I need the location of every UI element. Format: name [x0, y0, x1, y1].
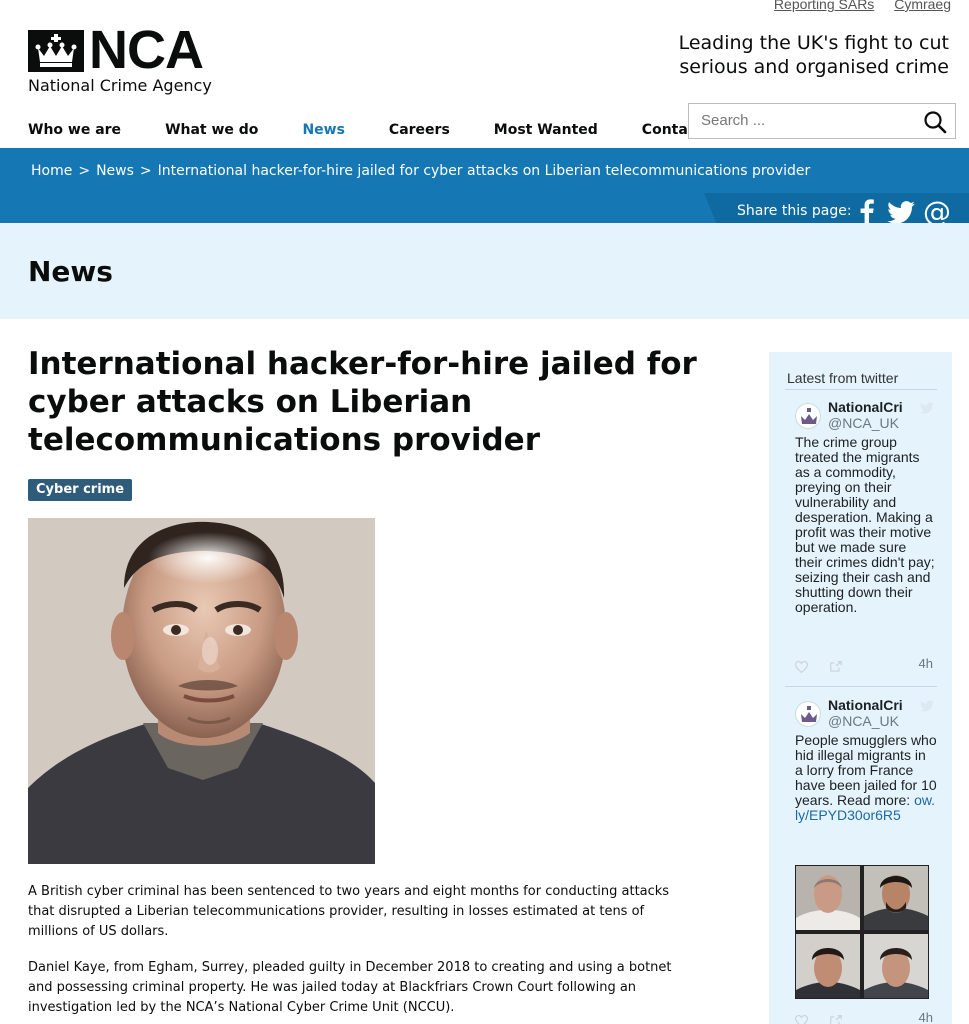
tweet-text: The crime group treated the migrants as … — [795, 434, 935, 615]
tweet[interactable]: NationalCri @NCA_UK The crime group trea… — [794, 399, 935, 679]
divider — [785, 686, 937, 687]
breadcrumb-news[interactable]: News — [96, 163, 134, 179]
tweet-author-handle[interactable]: @NCA_UK — [828, 713, 899, 729]
mugshot-image[interactable] — [864, 866, 928, 930]
breadcrumb: Home > News > International hacker-for-hire … — [31, 163, 810, 179]
cymraeg-link[interactable]: Cymraeg — [894, 0, 951, 12]
share-icon[interactable] — [829, 658, 843, 677]
article-photo — [28, 518, 375, 864]
avatar[interactable] — [795, 403, 821, 429]
twitter-bird-icon[interactable] — [920, 399, 934, 418]
mugshot-image[interactable] — [796, 866, 860, 930]
nav-what-we-do[interactable]: What we do — [165, 122, 258, 138]
nav-careers[interactable]: Careers — [389, 122, 450, 138]
tweet-photo-grid[interactable] — [795, 865, 929, 999]
share-icon[interactable] — [829, 1012, 843, 1024]
logo-subtitle: National Crime Agency — [28, 76, 212, 95]
avatar[interactable] — [795, 701, 821, 727]
divider — [785, 389, 937, 390]
svg-text:@: @ — [923, 196, 951, 226]
share-label: Share this page: — [737, 203, 852, 219]
logo-wordmark: NCA — [89, 20, 204, 80]
tweet-timestamp[interactable]: 4h — [919, 656, 933, 671]
section-title: News — [28, 255, 113, 288]
nav-who-we-are[interactable]: Who we are — [28, 122, 121, 138]
breadcrumb-separator: > — [78, 163, 91, 179]
like-heart-icon[interactable] — [794, 1012, 809, 1024]
utility-links: Reporting SARs Cymraeg — [758, 0, 951, 12]
nav-most-wanted[interactable]: Most Wanted — [494, 122, 598, 138]
like-heart-icon[interactable] — [794, 658, 809, 677]
twitter-sidebar: Latest from twitter NationalCri @NCA_UK … — [769, 352, 952, 1024]
breadcrumb-separator: > — [139, 163, 152, 179]
article-paragraph: A British cyber criminal has been senten… — [28, 884, 670, 939]
article-paragraph: Daniel Kaye, from Egham, Surrey, pleaded… — [28, 960, 672, 1015]
breadcrumb-current: International hacker-for-hire jailed for… — [157, 163, 811, 179]
tweet-actions: 4h — [794, 1010, 935, 1024]
search-box — [688, 103, 956, 139]
tweet-text: People smugglers who hid illegal migrant… — [795, 733, 937, 823]
tweet-author-name[interactable]: NationalCri — [828, 399, 923, 415]
search-icon[interactable] — [923, 110, 947, 134]
main-nav: Who we are What we do News Careers Most … — [28, 122, 770, 138]
article-title: International hacker-for-hire jailed for… — [28, 346, 697, 458]
reporting-sars-link[interactable]: Reporting SARs — [774, 0, 874, 12]
breadcrumb-home[interactable]: Home — [31, 163, 72, 179]
section-band — [0, 223, 969, 319]
mugshot-image[interactable] — [864, 934, 928, 998]
tweet-author-name[interactable]: NationalCri — [828, 697, 923, 713]
nav-news[interactable]: News — [302, 122, 344, 138]
tagline: Leading the UK's fight to cut serious an… — [678, 32, 949, 78]
twitter-heading: Latest from twitter — [787, 370, 899, 386]
category-tag[interactable]: Cyber crime — [28, 479, 133, 501]
crown-crest-icon — [28, 30, 84, 72]
tweet-author-handle[interactable]: @NCA_UK — [828, 415, 899, 431]
tweet-actions: 4h — [794, 656, 935, 677]
search-input[interactable] — [701, 112, 911, 129]
twitter-bird-icon[interactable] — [920, 697, 934, 716]
mugshot-image[interactable] — [796, 934, 860, 998]
tweet-timestamp[interactable]: 4h — [919, 1010, 933, 1024]
